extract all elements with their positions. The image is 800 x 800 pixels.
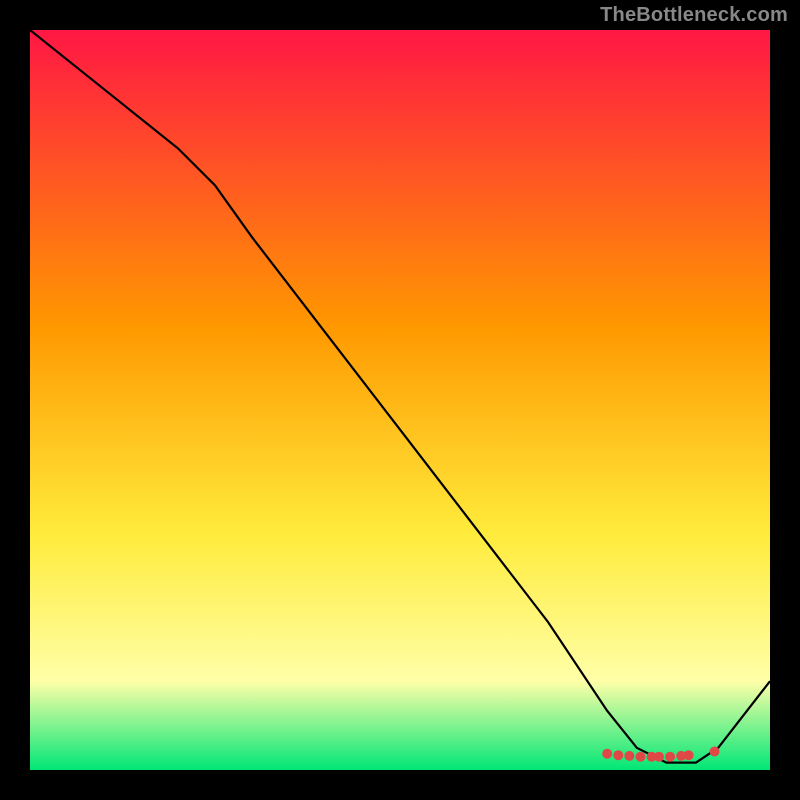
attribution-label: TheBottleneck.com	[600, 4, 788, 27]
plot-area	[30, 30, 770, 770]
gradient-background	[30, 30, 770, 770]
chart-svg	[30, 30, 770, 770]
data-marker	[665, 752, 675, 762]
data-marker	[636, 752, 646, 762]
data-marker	[624, 751, 634, 761]
data-marker	[710, 747, 720, 757]
chart-container: TheBottleneck.com	[0, 0, 800, 800]
data-marker	[613, 750, 623, 760]
data-marker	[684, 750, 694, 760]
data-marker	[602, 749, 612, 759]
data-marker	[654, 752, 664, 762]
